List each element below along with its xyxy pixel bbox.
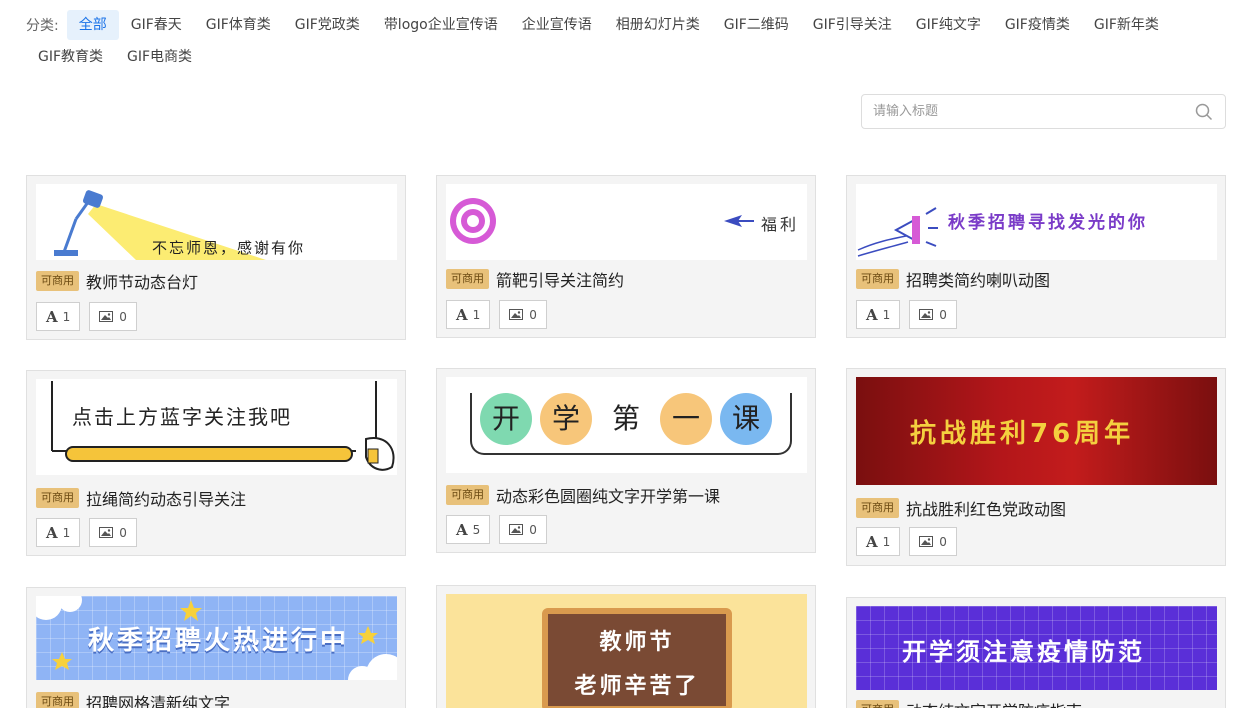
thumbnail-text: 秋季招聘火热进行中 xyxy=(88,626,350,656)
template-card[interactable]: 开学须注意疫情防范 可商用 动态纯文字开学防疫指南 xyxy=(846,597,1226,708)
font-icon: A xyxy=(46,523,58,542)
search-input[interactable] xyxy=(862,95,1182,128)
template-card[interactable]: 教师节 老师辛苦了 xyxy=(436,585,816,708)
card-title[interactable]: 动态彩色圆圈纯文字开学第一课 xyxy=(496,483,720,507)
image-count-badge: 0 xyxy=(909,527,957,556)
commercial-tag: 可商用 xyxy=(36,271,79,291)
template-thumbnail[interactable]: 开学须注意疫情防范 xyxy=(856,606,1217,690)
image-icon xyxy=(919,309,934,320)
image-count-badge: 0 xyxy=(909,300,957,329)
category-filter: 分类: 全部 GIF春天 GIF体育类 GIF党政类 带logo企业宣传语 企业… xyxy=(26,9,1236,73)
font-count-badge: A1 xyxy=(36,518,81,547)
template-thumbnail[interactable]: 秋季招聘寻找发光的你 xyxy=(856,184,1217,260)
card-title[interactable]: 教师节动态台灯 xyxy=(86,269,198,293)
font-count-badge: A1 xyxy=(856,527,901,556)
template-thumbnail[interactable]: 不忘师恩，感谢有你 xyxy=(36,184,397,260)
search-box xyxy=(861,94,1226,129)
thumbnail-text: 开学须注意疫情防范 xyxy=(902,638,1145,666)
category-gif-follow[interactable]: GIF引导关注 xyxy=(801,10,904,40)
card-title[interactable]: 抗战胜利红色党政动图 xyxy=(906,496,1066,520)
search-icon[interactable] xyxy=(1195,103,1213,121)
image-icon xyxy=(509,524,524,535)
font-icon: A xyxy=(456,305,468,324)
template-thumbnail[interactable]: 福利 xyxy=(446,184,807,260)
commercial-tag: 可商用 xyxy=(36,692,79,708)
font-count-badge: A1 xyxy=(856,300,901,329)
category-logo-slogan[interactable]: 带logo企业宣传语 xyxy=(372,10,510,40)
font-icon: A xyxy=(456,520,468,539)
font-count-badge: A1 xyxy=(36,302,81,331)
thumbnail-text: 教师节 xyxy=(599,630,675,655)
category-album-slideshow[interactable]: 相册幻灯片类 xyxy=(604,10,712,40)
category-gif-party[interactable]: GIF党政类 xyxy=(283,10,372,40)
circle-char: 学 xyxy=(540,393,592,445)
circle-chars: 开 学 第 一 课 xyxy=(480,393,772,445)
template-thumbnail[interactable]: 抗战胜利76周年 xyxy=(856,377,1217,485)
circle-char: 第 xyxy=(600,393,652,445)
template-thumbnail[interactable]: 教师节 老师辛苦了 xyxy=(446,594,807,708)
category-all[interactable]: 全部 xyxy=(66,10,119,40)
circle-char: 一 xyxy=(660,393,712,445)
template-card[interactable]: 福利 可商用 箭靶引导关注简约 A1 0 xyxy=(436,175,816,338)
category-gif-ecommerce[interactable]: GIF电商类 xyxy=(115,42,204,72)
target-graphic xyxy=(450,198,754,244)
font-count-badge: A1 xyxy=(446,300,491,329)
commercial-tag: 可商用 xyxy=(856,498,899,518)
template-thumbnail[interactable]: 秋季招聘火热进行中 xyxy=(36,596,397,680)
category-gif-education[interactable]: GIF教育类 xyxy=(26,42,115,72)
thumbnail-text: 不忘师恩，感谢有你 xyxy=(152,239,306,257)
category-gif-epidemic[interactable]: GIF疫情类 xyxy=(993,10,1082,40)
category-gif-spring[interactable]: GIF春天 xyxy=(119,10,194,40)
category-gif-qrcode[interactable]: GIF二维码 xyxy=(712,10,801,40)
thumbnail-text: 秋季招聘寻找发光的你 xyxy=(948,213,1148,233)
template-card[interactable]: 不忘师恩，感谢有你 可商用 教师节动态台灯 A1 0 xyxy=(26,175,406,340)
circle-char: 课 xyxy=(720,393,772,445)
category-label: 分类: xyxy=(26,18,59,34)
template-card[interactable]: 秋季招聘寻找发光的你 可商用 招聘类简约喇叭动图 A1 0 xyxy=(846,175,1226,338)
image-icon xyxy=(99,311,114,322)
category-enterprise-slogan[interactable]: 企业宣传语 xyxy=(510,10,604,40)
template-thumbnail[interactable]: 点击上方蓝字关注我吧 xyxy=(36,379,397,475)
image-count-badge: 0 xyxy=(499,515,547,544)
card-title[interactable]: 拉绳简约动态引导关注 xyxy=(86,486,246,510)
template-thumbnail[interactable]: 开 学 第 一 课 xyxy=(446,377,807,473)
image-count-badge: 0 xyxy=(499,300,547,329)
thumbnail-text: 点击上方蓝字关注我吧 xyxy=(72,405,292,429)
image-icon xyxy=(509,309,524,320)
font-icon: A xyxy=(866,532,878,551)
template-card[interactable]: 点击上方蓝字关注我吧 可商用 拉绳简约动态引导关注 A1 0 xyxy=(26,370,406,556)
category-gif-sports[interactable]: GIF体育类 xyxy=(194,10,283,40)
commercial-tag: 可商用 xyxy=(446,485,489,505)
font-count-badge: A5 xyxy=(446,515,491,544)
commercial-tag: 可商用 xyxy=(856,269,899,289)
image-icon xyxy=(99,527,114,538)
template-card[interactable]: 秋季招聘火热进行中 可商用 招聘网格清新纯文字 xyxy=(26,587,406,708)
card-title[interactable]: 招聘类简约喇叭动图 xyxy=(906,267,1050,291)
category-gif-newyear[interactable]: GIF新年类 xyxy=(1082,10,1171,40)
thumbnail-text: 抗战胜利76周年 xyxy=(910,419,1135,449)
template-card[interactable]: 抗战胜利76周年 可商用 抗战胜利红色党政动图 A1 0 xyxy=(846,368,1226,566)
thumbnail-text: 福利 xyxy=(761,215,800,234)
template-card[interactable]: 开 学 第 一 课 可商用 动态彩色圆圈纯文字开学第一课 A5 0 xyxy=(436,368,816,553)
thumbnail-subtext: 老师辛苦了 xyxy=(574,674,700,699)
font-icon: A xyxy=(46,307,58,326)
circle-char: 开 xyxy=(480,393,532,445)
image-count-badge: 0 xyxy=(89,302,137,331)
card-title[interactable]: 动态纯文字开学防疫指南 xyxy=(906,698,1082,708)
commercial-tag: 可商用 xyxy=(36,488,79,508)
font-icon: A xyxy=(866,305,878,324)
image-icon xyxy=(919,536,934,547)
commercial-tag: 可商用 xyxy=(446,269,489,289)
card-title[interactable]: 箭靶引导关注简约 xyxy=(496,267,624,291)
category-gif-text[interactable]: GIF纯文字 xyxy=(904,10,993,40)
image-count-badge: 0 xyxy=(89,518,137,547)
commercial-tag: 可商用 xyxy=(856,700,899,708)
card-title[interactable]: 招聘网格清新纯文字 xyxy=(86,690,230,708)
